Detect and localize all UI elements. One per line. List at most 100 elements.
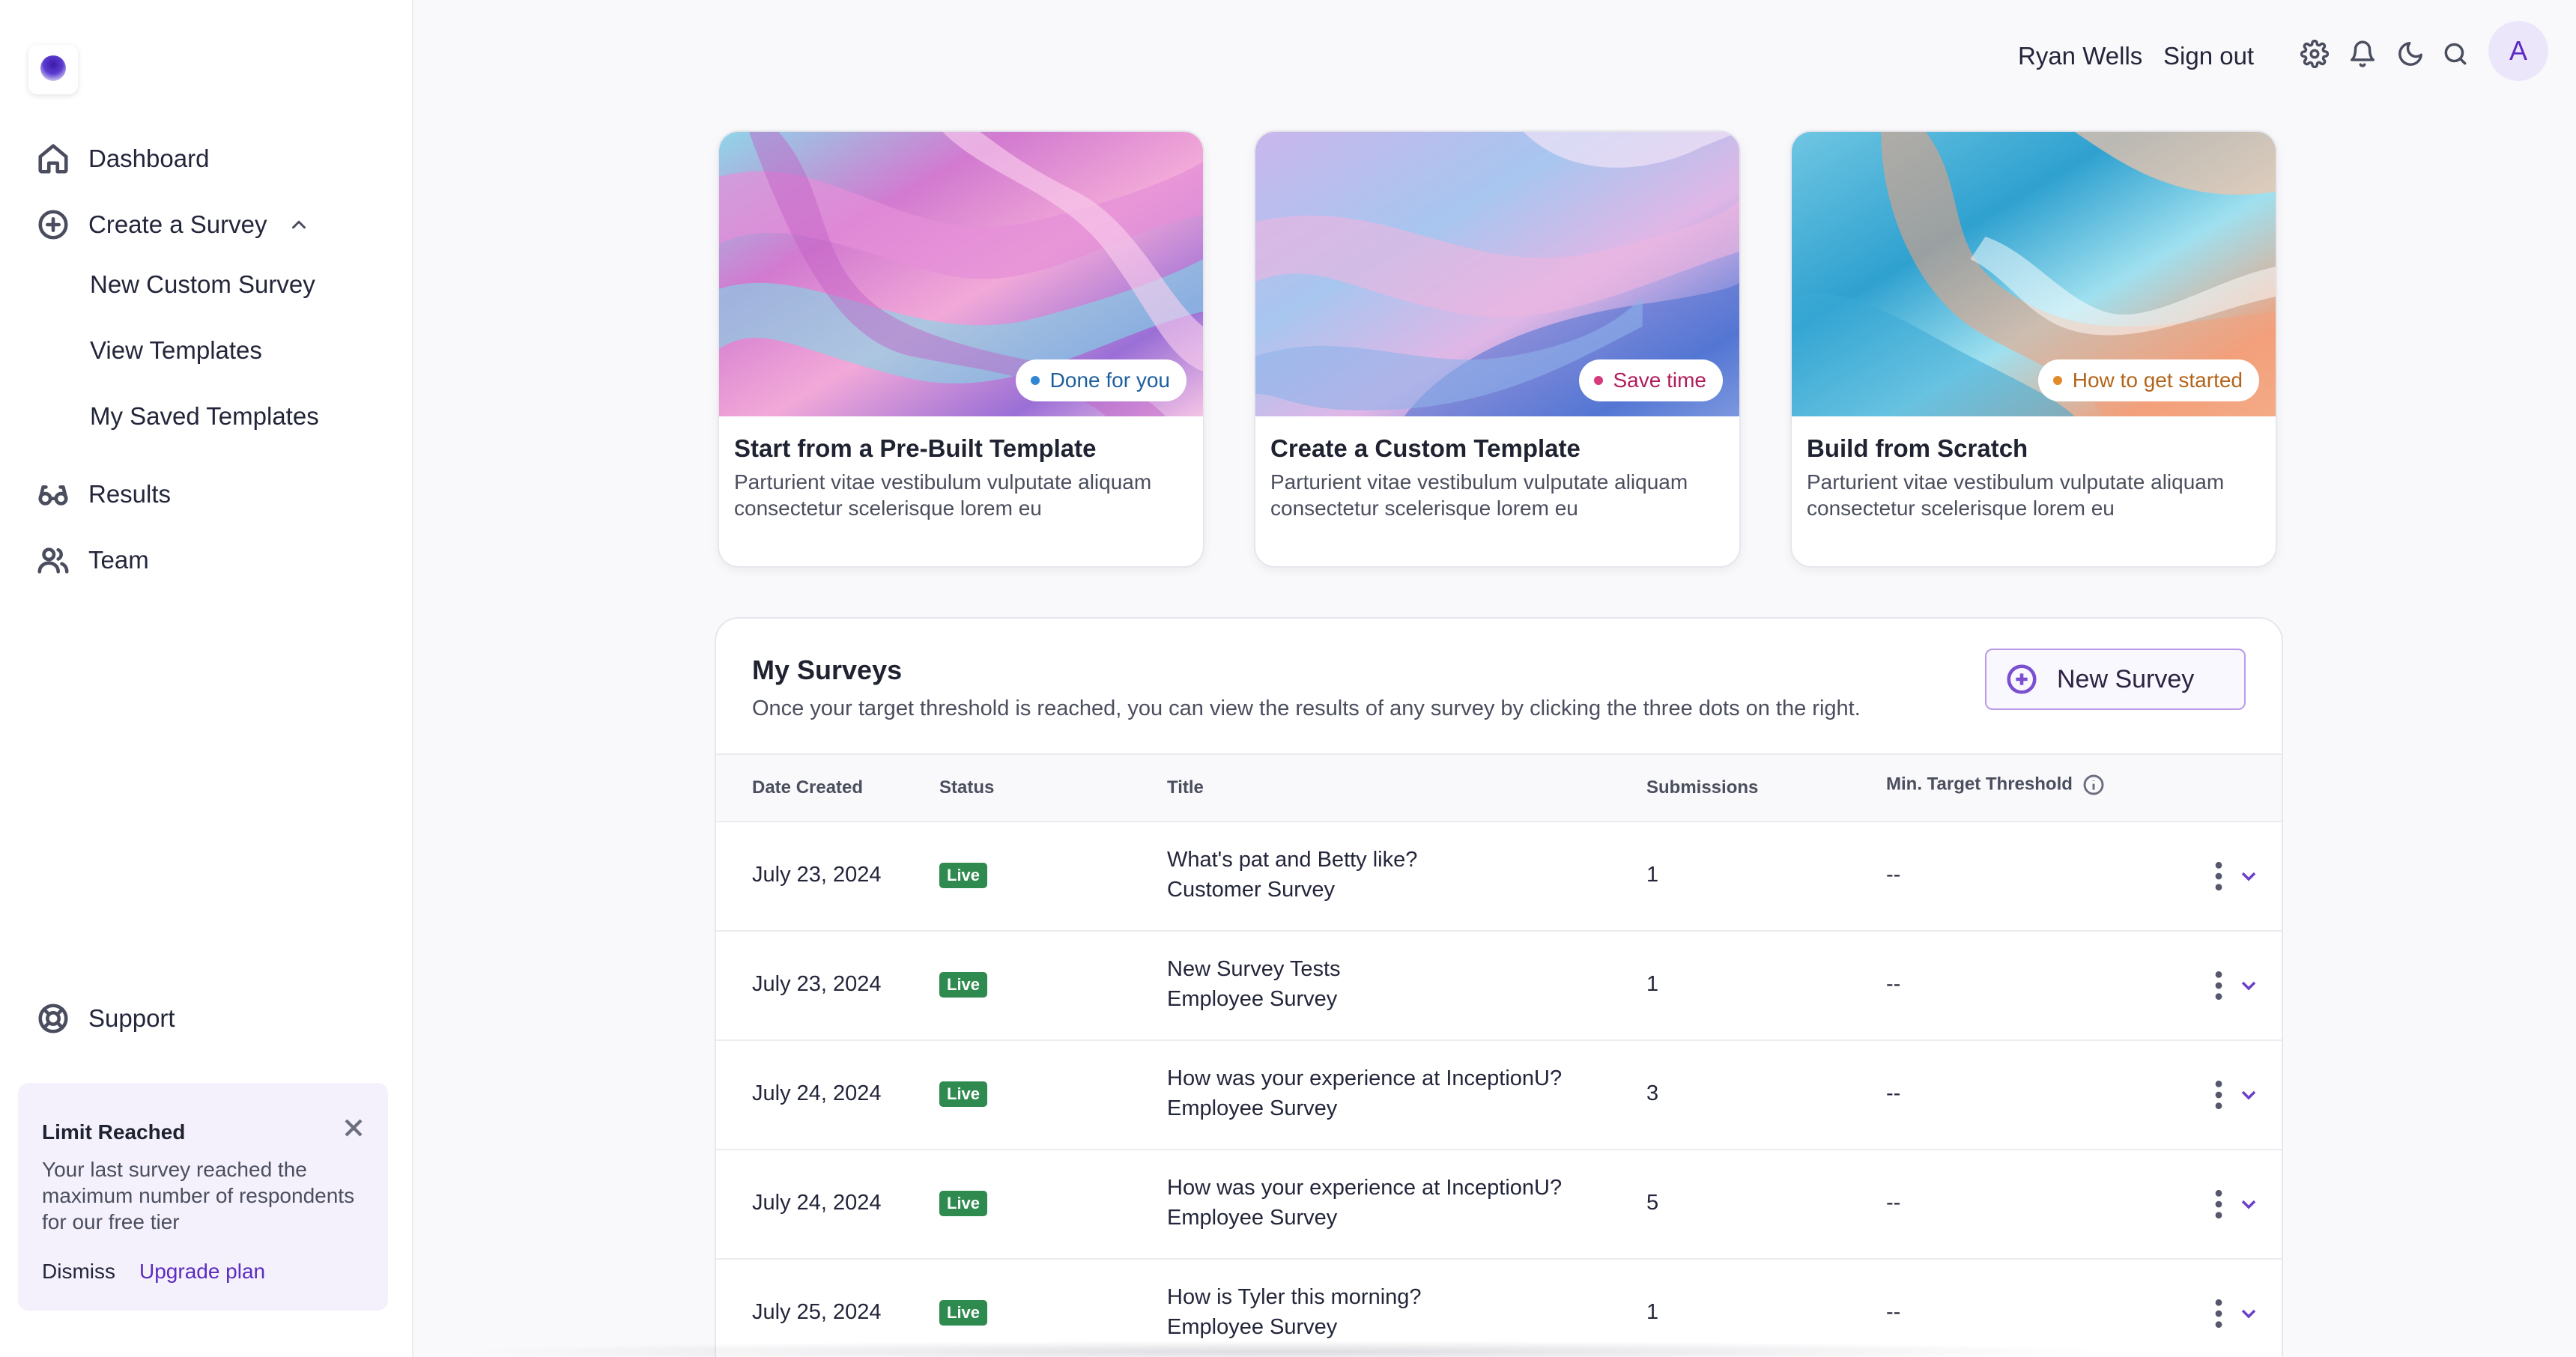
row-date: July 25, 2024	[752, 1300, 882, 1324]
sidebar-subitem-view-templates[interactable]: View Templates	[90, 332, 262, 369]
row-title[interactable]: How was your experience at InceptionU?	[1167, 1176, 1562, 1200]
home-icon	[33, 139, 73, 179]
bell-icon[interactable]	[2346, 37, 2379, 70]
close-icon[interactable]	[339, 1113, 369, 1143]
chevron-down-icon[interactable]	[2237, 1192, 2261, 1216]
status-badge: Live	[939, 863, 988, 888]
col-header-title[interactable]: Title	[1167, 777, 1204, 798]
more-vertical-icon[interactable]	[2211, 1078, 2226, 1111]
more-vertical-icon[interactable]	[2211, 969, 2226, 1002]
user-name[interactable]: Ryan Wells	[2018, 42, 2142, 70]
row-survey-type: Employee Survey	[1167, 1206, 1338, 1230]
row-date: July 23, 2024	[752, 863, 882, 887]
dismiss-button[interactable]: Dismiss	[42, 1260, 115, 1284]
card-pre-built-template[interactable]: Done for you Start from a Pre-Built Temp…	[718, 130, 1204, 568]
moon-icon[interactable]	[2394, 37, 2427, 70]
col-header-threshold[interactable]: Min. Target Threshold	[1886, 773, 2106, 797]
sidebar-subitem-my-saved-templates[interactable]: My Saved Templates	[90, 398, 319, 435]
row-title[interactable]: New Survey Tests	[1167, 957, 1341, 982]
sign-out-link[interactable]: Sign out	[2163, 42, 2254, 70]
row-title[interactable]: What's pat and Betty like?	[1167, 848, 1417, 872]
card-description: Parturient vitae vestibulum vulputate al…	[1270, 470, 1688, 520]
sidebar-item-team[interactable]: Team	[33, 538, 149, 583]
sidebar-item-dashboard[interactable]: Dashboard	[33, 136, 209, 181]
row-survey-type: Employee Survey	[1167, 1315, 1338, 1339]
row-submissions: 1	[1646, 972, 1659, 996]
row-threshold: --	[1886, 1081, 1901, 1105]
card-title: Start from a Pre-Built Template	[734, 434, 1097, 462]
table-row[interactable]: July 24, 2024 Live How was your experien…	[716, 1150, 2282, 1260]
row-submissions: 5	[1646, 1191, 1659, 1215]
sidebar-item-results[interactable]: Results	[33, 472, 171, 517]
badge-how-to-get-started: How to get started	[2037, 359, 2259, 401]
upgrade-plan-link[interactable]: Upgrade plan	[139, 1260, 265, 1284]
table-row[interactable]: July 23, 2024 Live New Survey Tests Empl…	[716, 932, 2282, 1041]
card-build-from-scratch[interactable]: How to get started Build from Scratch Pa…	[1790, 130, 2277, 568]
table-header: Date Created Status Title Submissions Mi…	[716, 753, 2282, 822]
badge-save-time: Save time	[1578, 359, 1723, 401]
status-badge: Live	[939, 1191, 988, 1216]
badge-label: Save time	[1613, 368, 1707, 392]
row-survey-type: Customer Survey	[1167, 878, 1336, 902]
col-header-status[interactable]: Status	[939, 777, 994, 798]
limit-card-title: Limit Reached	[42, 1120, 186, 1144]
plus-circle-icon	[2007, 664, 2037, 694]
card-title: Create a Custom Template	[1270, 434, 1581, 462]
row-title[interactable]: How is Tyler this morning?	[1167, 1285, 1422, 1310]
sidebar-item-label: Team	[88, 546, 149, 574]
chevron-up-icon[interactable]	[288, 213, 310, 236]
more-vertical-icon[interactable]	[2211, 1297, 2226, 1330]
row-date: July 23, 2024	[752, 972, 882, 996]
sidebar-item-label: Dashboard	[88, 145, 210, 172]
sidebar-item-support[interactable]: Support	[33, 996, 175, 1041]
info-icon[interactable]	[2082, 773, 2106, 797]
brand-orb-icon[interactable]	[28, 45, 78, 94]
table-row[interactable]: July 24, 2024 Live How was your experien…	[716, 1041, 2282, 1150]
glasses-icon	[33, 474, 73, 514]
status-badge: Live	[939, 1300, 988, 1326]
badge-label: Done for you	[1049, 368, 1170, 392]
col-header-date[interactable]: Date Created	[752, 777, 863, 798]
col-header-threshold-label: Min. Target Threshold	[1886, 774, 2073, 795]
users-icon	[33, 540, 73, 580]
gear-icon[interactable]	[2298, 37, 2331, 70]
row-submissions: 1	[1646, 1300, 1659, 1324]
row-threshold: --	[1886, 1300, 1901, 1324]
chevron-down-icon[interactable]	[2237, 1302, 2261, 1326]
chevron-down-icon[interactable]	[2237, 974, 2261, 998]
my-surveys-panel: My Surveys Once your target threshold is…	[715, 617, 2283, 1357]
lifebuoy-icon	[33, 998, 73, 1039]
scroll-shadow	[449, 1341, 2127, 1357]
table-row[interactable]: July 23, 2024 Live What's pat and Betty …	[716, 822, 2282, 932]
card-description: Parturient vitae vestibulum vulputate al…	[1807, 470, 2225, 520]
row-threshold: --	[1886, 863, 1901, 887]
sidebar-item-label: Support	[88, 1004, 175, 1032]
plus-circle-icon	[33, 204, 73, 245]
sidebar-item-label: Results	[88, 480, 172, 508]
row-survey-type: Employee Survey	[1167, 987, 1338, 1011]
row-submissions: 3	[1646, 1081, 1659, 1105]
sidebar-item-create-survey[interactable]: Create a Survey	[33, 202, 310, 247]
new-survey-button[interactable]: New Survey	[1985, 649, 2246, 710]
more-vertical-icon[interactable]	[2211, 860, 2226, 893]
search-icon[interactable]	[2439, 37, 2472, 70]
chevron-down-icon[interactable]	[2237, 864, 2261, 888]
row-date: July 24, 2024	[752, 1191, 882, 1215]
sidebar-subitem-new-custom-survey[interactable]: New Custom Survey	[90, 266, 315, 303]
avatar[interactable]: A	[2488, 21, 2548, 81]
row-submissions: 1	[1646, 863, 1659, 887]
status-badge: Live	[939, 972, 988, 998]
row-threshold: --	[1886, 972, 1901, 996]
row-title[interactable]: How was your experience at InceptionU?	[1167, 1066, 1562, 1091]
more-vertical-icon[interactable]	[2211, 1188, 2226, 1221]
col-header-submissions[interactable]: Submissions	[1646, 777, 1758, 798]
panel-subtitle: Once your target threshold is reached, y…	[752, 696, 1861, 720]
row-date: July 24, 2024	[752, 1081, 882, 1105]
limit-reached-card: Limit Reached Your last survey reached t…	[18, 1083, 388, 1311]
row-survey-type: Employee Survey	[1167, 1096, 1338, 1120]
chevron-down-icon[interactable]	[2237, 1083, 2261, 1107]
status-badge: Live	[939, 1081, 988, 1107]
card-custom-template[interactable]: Save time Create a Custom Template Partu…	[1254, 130, 1741, 568]
row-threshold: --	[1886, 1191, 1901, 1215]
badge-label: How to get started	[2072, 368, 2243, 392]
